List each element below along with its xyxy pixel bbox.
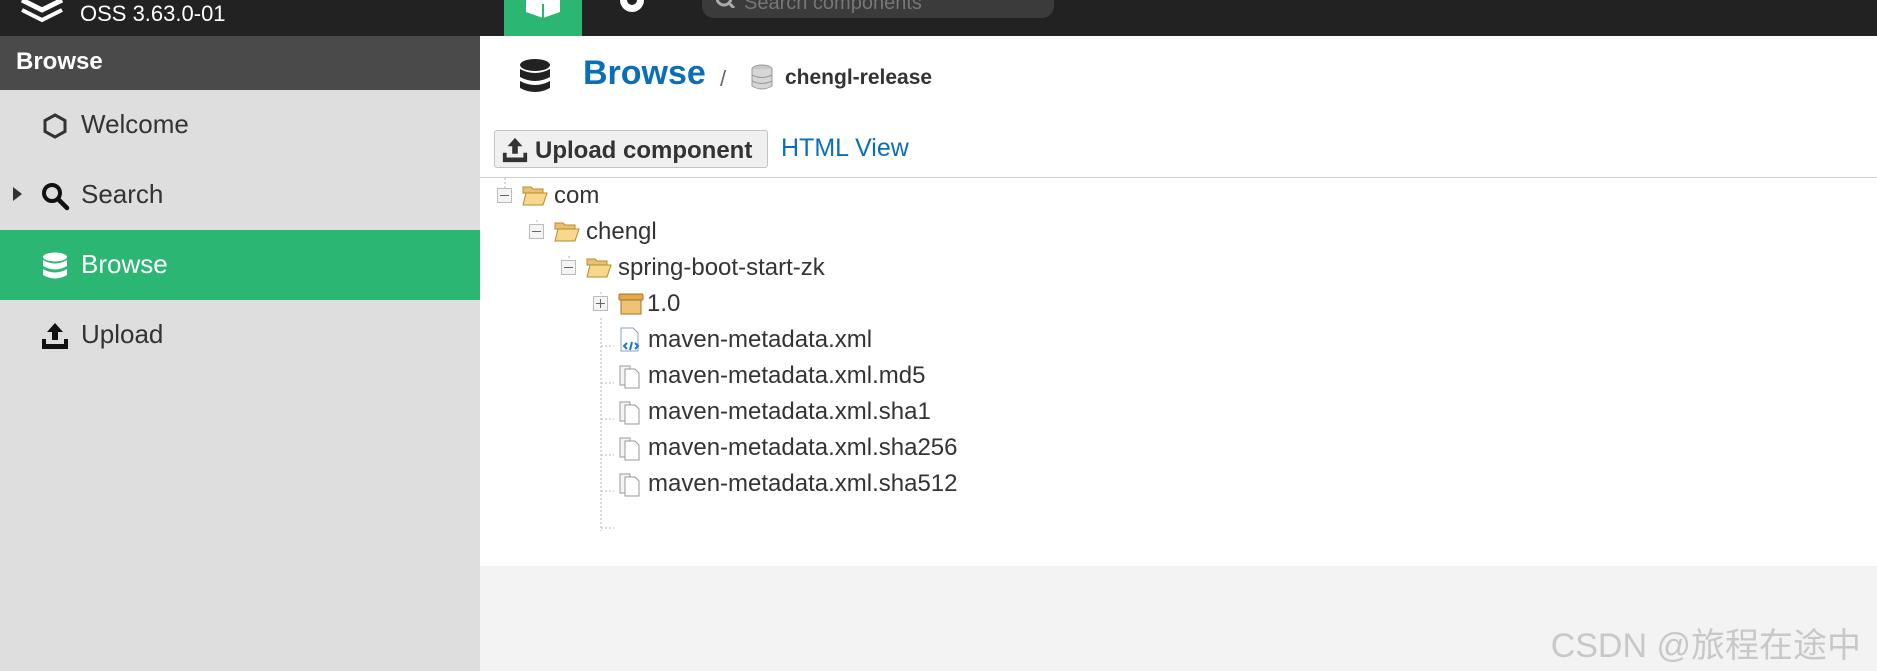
tree-node-label: chengl: [586, 218, 657, 245]
xml-file-icon: [620, 327, 640, 352]
upload-component-button[interactable]: Upload component: [494, 130, 768, 168]
tree-node-label: maven-metadata.xml.sha512: [648, 470, 958, 497]
sidebar-item-label: Search: [81, 179, 164, 209]
cube-icon: [526, 0, 560, 18]
sidebar-header: Browse: [0, 36, 480, 90]
upload-icon: [502, 137, 528, 163]
search-components-input[interactable]: Search components: [702, 0, 1054, 18]
tree-node-label: maven-metadata.xml.sha1: [648, 398, 931, 425]
tree-node-label: maven-metadata.xml.md5: [648, 362, 926, 389]
sidebar-item-search[interactable]: Search: [0, 160, 480, 230]
sidebar-item-label: Upload: [81, 319, 164, 349]
file-icon: [619, 401, 640, 425]
folder-open-icon: [586, 258, 612, 278]
component-tree: com chengl spring-boot-start-zk 1.0 mave…: [480, 178, 1877, 566]
file-icon: [619, 473, 640, 497]
search-placeholder: Search components: [744, 0, 922, 14]
repository-icon: [751, 64, 773, 90]
tree-node-label: 1.0: [647, 290, 681, 317]
folder-open-icon: [522, 186, 548, 206]
database-icon: [43, 252, 67, 279]
sidebar-item-upload[interactable]: Upload: [0, 300, 480, 370]
tree-expand-toggle[interactable]: [593, 296, 608, 311]
tree-node-label: spring-boot-start-zk: [618, 254, 825, 281]
top-bar: OSS 3.63.0-01 Search components: [0, 0, 1877, 36]
upload-component-label: Upload component: [535, 137, 753, 164]
sidebar-item-browse[interactable]: Browse: [0, 230, 480, 300]
tree-node-label: maven-metadata.xml: [648, 326, 873, 353]
tree-collapse-toggle[interactable]: [529, 224, 544, 239]
search-icon: [42, 183, 70, 211]
nexus-logo-icon[interactable]: [18, 0, 66, 24]
upload-icon: [42, 323, 68, 349]
sidebar-item-welcome[interactable]: Welcome: [0, 90, 480, 160]
expand-caret-icon[interactable]: [13, 187, 22, 201]
breadcrumb-repository: chengl-release: [785, 66, 933, 89]
component-box-icon: [618, 293, 644, 315]
tree-node-label: com: [554, 182, 600, 209]
html-view-link[interactable]: HTML View: [781, 134, 909, 163]
folder-open-icon: [554, 222, 580, 242]
breadcrumb-separator: /: [720, 66, 727, 91]
breadcrumb-browse-link[interactable]: Browse: [583, 54, 706, 93]
watermark: CSDN @旅程在途中: [1550, 627, 1861, 665]
hexagon-icon: [43, 113, 67, 139]
file-icon: [619, 365, 640, 389]
search-icon: [716, 0, 736, 8]
sidebar-item-label: Welcome: [81, 109, 189, 139]
tree-node-label: maven-metadata.xml.sha256: [648, 434, 958, 461]
tree-collapse-toggle[interactable]: [561, 260, 576, 275]
database-icon: [520, 59, 550, 92]
product-version: OSS 3.63.0-01: [80, 1, 226, 26]
sidebar-item-label: Browse: [81, 249, 168, 279]
sidebar: Browse Welcome Search Browse Upload: [0, 36, 480, 671]
tree-collapse-toggle[interactable]: [497, 188, 512, 203]
main-panel: Browse / chengl-release Upload component…: [480, 36, 1877, 566]
file-icon: [619, 437, 640, 461]
gear-icon[interactable]: [612, 0, 652, 16]
browse-mode-button[interactable]: [504, 0, 582, 36]
